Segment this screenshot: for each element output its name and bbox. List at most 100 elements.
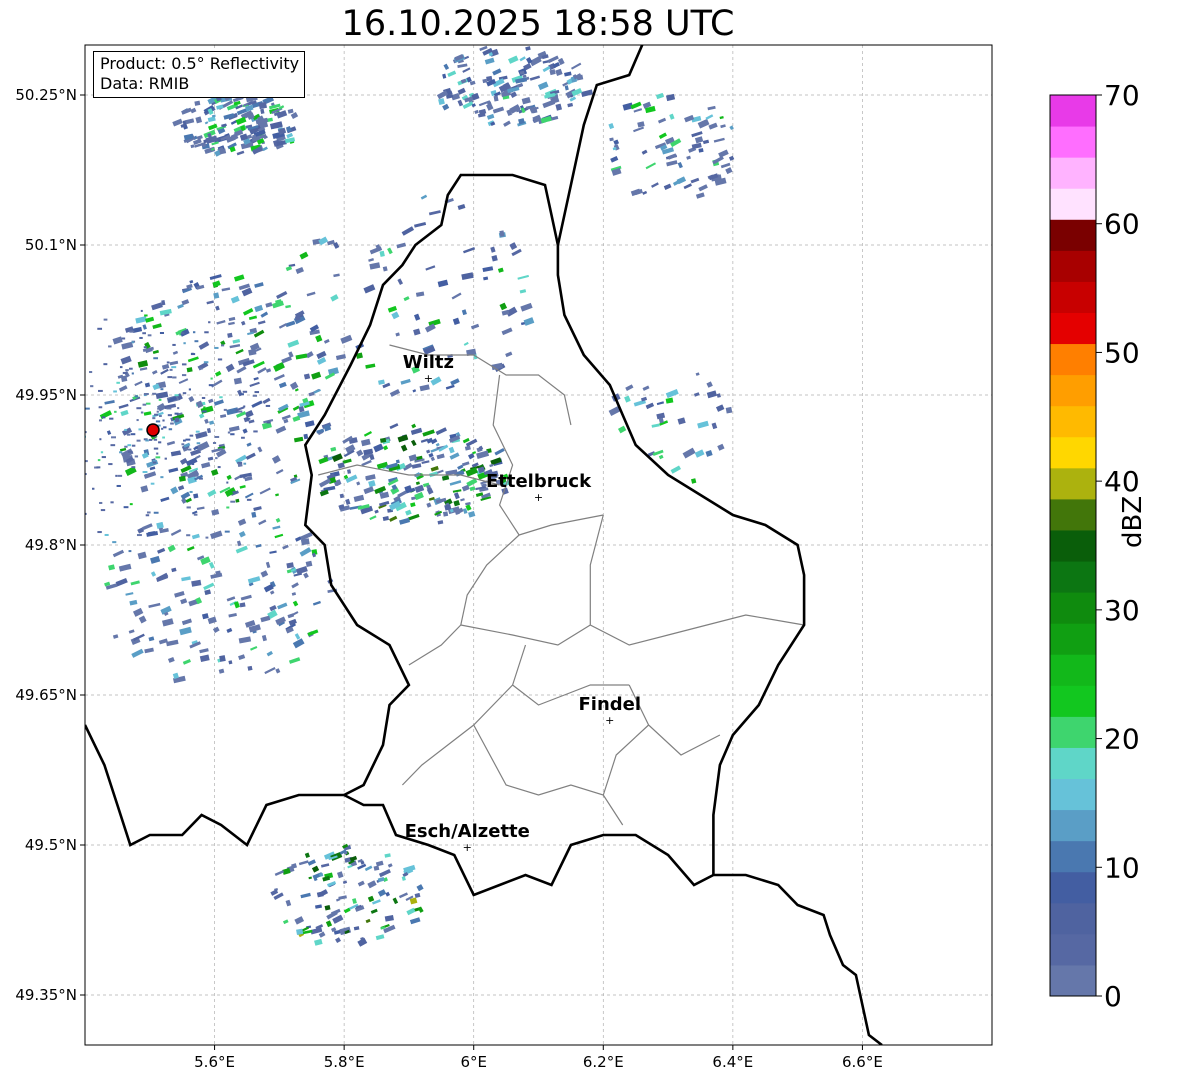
city-label: Ettelbruck (486, 471, 592, 492)
echo-pixel (145, 439, 149, 442)
echo-pixel (130, 433, 136, 436)
echo-pixel (161, 427, 164, 430)
echo-pixel (162, 419, 165, 422)
echo-pixel (128, 550, 132, 553)
echo-pixel (82, 451, 85, 453)
colorbar-segment (1050, 871, 1096, 904)
echo-pixel (45, 432, 49, 434)
echo-pixel (243, 405, 246, 408)
echo-pixel (144, 314, 148, 317)
echo-pixel (78, 493, 82, 495)
echo-pixel (89, 371, 93, 374)
echo-pixel (43, 422, 46, 424)
echo-pixel (136, 439, 141, 442)
echo-pixel (134, 395, 139, 398)
echo-pixel (153, 357, 159, 360)
colorbar-segment (1050, 654, 1096, 686)
echo-pixel (156, 452, 159, 455)
tick-label-lat: 49.35°N (15, 986, 77, 1004)
echo-pixel (153, 511, 159, 514)
echo-pixel (101, 456, 106, 459)
echo-pixel (59, 422, 63, 424)
product-label: Product: 0.5° Reflectivity (100, 54, 300, 73)
echo-pixel (698, 148, 704, 153)
echo-pixel (166, 407, 172, 410)
echo-pixel (247, 665, 253, 671)
echo-pixel (192, 331, 196, 334)
echo-pixel (98, 406, 103, 409)
echo-pixel (99, 501, 103, 504)
colorbar-segment (1050, 467, 1096, 500)
echo-pixel (230, 500, 236, 503)
echo-pixel (214, 346, 219, 349)
echo-pixel (243, 476, 246, 479)
echo-pixel (230, 433, 235, 436)
echo-pixel (142, 332, 146, 335)
echo-pixel (129, 503, 133, 506)
echo-pixel (220, 344, 225, 347)
radar-map: +Wiltz+Ettelbruck+Findel+Esch/Alzette 5.… (15, 44, 1140, 1071)
echo-pixel (116, 484, 121, 487)
echo-pixel (181, 363, 187, 366)
echo-pixel (154, 413, 159, 416)
echo-pixel (252, 394, 258, 397)
echo-pixel (235, 498, 240, 503)
echo-pixel (158, 398, 162, 401)
tick-label-lon: 5.6°E (194, 1053, 235, 1071)
echo-pixel (239, 393, 244, 396)
echo-pixel (64, 411, 66, 413)
echo-pixel (219, 444, 222, 447)
tick-label-lat: 50.1°N (25, 236, 77, 254)
echo-pixel (227, 332, 233, 338)
echo-pixel (227, 431, 231, 434)
colorbar-segment (1050, 405, 1096, 438)
echo-pixel (253, 430, 258, 433)
echo-pixel (136, 419, 139, 422)
data-source-label: Data: RMIB (100, 74, 190, 93)
colorbar-segment (1050, 157, 1096, 189)
echo-pixel (241, 436, 245, 439)
echo-pixel (131, 372, 134, 375)
echo-pixel (131, 466, 136, 469)
echo-pixel (153, 447, 159, 450)
echo-pixel (145, 473, 149, 476)
echo-pixel (171, 366, 177, 369)
colorbar-label: dBZ (1118, 495, 1148, 548)
echo-pixel (72, 348, 77, 350)
colorbar-tick-label: 10 (1104, 851, 1140, 884)
radar-site (146, 423, 160, 437)
colorbar-tick-label: 20 (1104, 723, 1140, 756)
echo-pixel (97, 327, 103, 330)
city-marker: + (463, 841, 472, 854)
echo-pixel (48, 414, 53, 416)
echo-pixel (129, 330, 135, 333)
echo-pixel (145, 514, 150, 517)
echo-pixel (201, 410, 207, 413)
colorbar-segment (1050, 561, 1096, 593)
echo-pixel (217, 466, 221, 469)
colorbar-segment (1050, 840, 1096, 873)
echo-pixel (78, 409, 81, 411)
colorbar-segment (1050, 933, 1096, 966)
echo-pixel (113, 390, 117, 393)
echo-pixel (182, 392, 187, 395)
echo-pixel (246, 498, 252, 501)
echo-pixel (237, 461, 243, 464)
echo-pixel (103, 363, 108, 366)
echo-pixel (208, 384, 213, 387)
echo-pixel (242, 390, 248, 393)
echo-pixel (181, 443, 185, 446)
colorbar-segment (1050, 529, 1096, 562)
echo-pixel (119, 366, 123, 369)
echo-pixel (155, 420, 161, 423)
colorbar-segment (1050, 250, 1096, 282)
echo-pixel (194, 446, 198, 449)
echo-pixel (188, 388, 191, 391)
echo-pixel (152, 461, 157, 464)
colorbar-segment (1050, 126, 1096, 158)
city-marker: + (605, 714, 614, 727)
colorbar-segment (1050, 685, 1096, 717)
echo-pixel (224, 530, 230, 533)
echo-pixel (138, 428, 143, 431)
echo-pixel (129, 367, 133, 370)
